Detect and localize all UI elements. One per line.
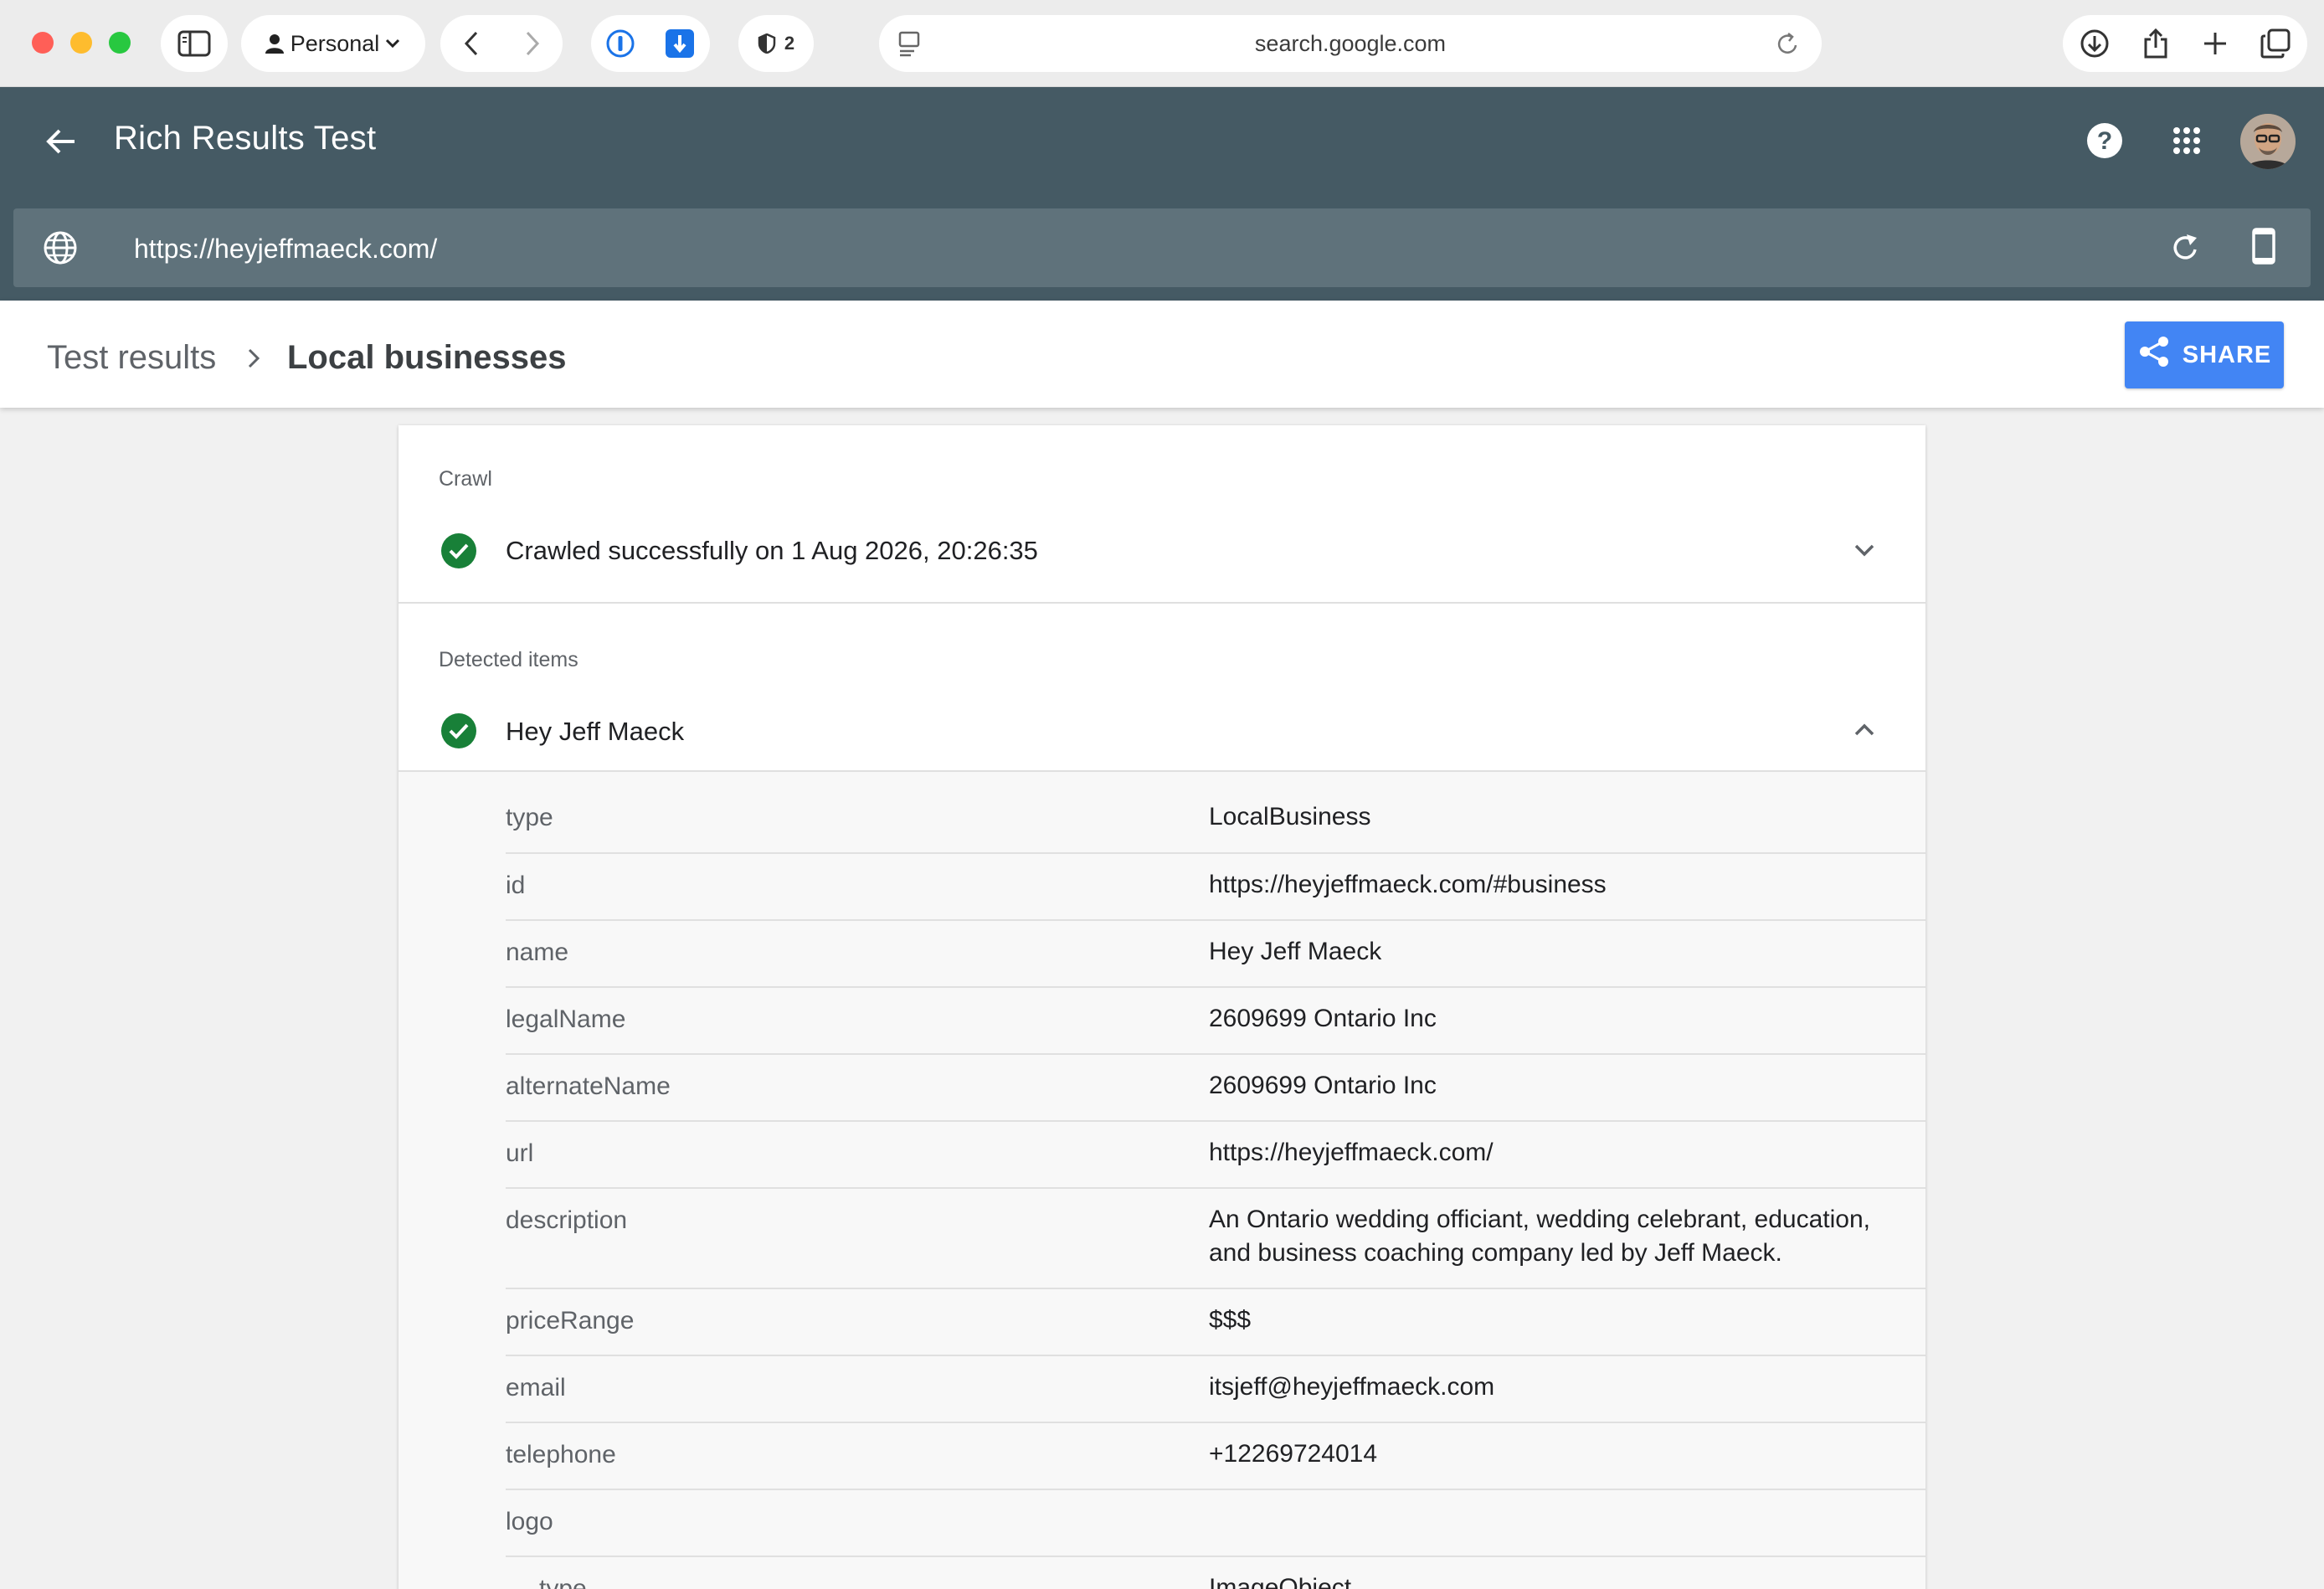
property-key: alternateName	[506, 1072, 671, 1100]
globe-icon	[42, 229, 79, 266]
detected-item-name[interactable]: Hey Jeff Maeck	[506, 717, 684, 747]
property-row: email itsjeff@heyjeffmaeck.com	[506, 1356, 1926, 1423]
sidebar-toggle-button[interactable]	[161, 15, 228, 72]
success-check-icon	[441, 713, 476, 748]
property-row: telephone +12269724014	[506, 1423, 1926, 1490]
crawl-section-label: Crawl	[439, 467, 492, 491]
shield-extension-icon[interactable]	[665, 28, 695, 59]
profile-label: Personal	[290, 30, 380, 56]
property-key: name	[506, 938, 569, 966]
property-key: email	[506, 1374, 566, 1401]
extensions-group	[591, 15, 710, 72]
property-value: +12269724014	[1209, 1440, 1378, 1468]
smartphone-icon[interactable]	[2252, 226, 2275, 266]
avatar[interactable]	[2240, 114, 2296, 169]
property-value: 2609699 Ontario Inc	[1209, 1005, 1437, 1032]
expand-chevron-down-icon[interactable]	[1852, 539, 1877, 565]
tested-url[interactable]: https://heyjeffmaeck.com/	[134, 234, 437, 265]
property-value: An Ontario wedding officiant, wedding ce…	[1209, 1206, 1870, 1267]
password-manager-icon[interactable]	[606, 29, 635, 58]
close-window-button[interactable]	[32, 32, 54, 54]
address-bar[interactable]: search.google.com	[879, 15, 1822, 72]
chevron-down-icon	[384, 38, 401, 49]
apps-grid-icon[interactable]	[2172, 126, 2202, 156]
property-key: telephone	[506, 1441, 616, 1468]
content-blocker-button[interactable]: 2	[738, 15, 814, 72]
property-row: priceRange $$$	[506, 1289, 1926, 1356]
property-key: type	[539, 1575, 587, 1589]
half-circle-shield-icon	[758, 33, 776, 54]
back-arrow-icon[interactable]	[40, 122, 82, 161]
breadcrumb-current: Local businesses	[287, 339, 567, 376]
download-icon[interactable]	[2080, 28, 2110, 59]
property-value: https://heyjeffmaeck.com/	[1209, 1139, 1494, 1166]
property-value: LocalBusiness	[1209, 803, 1371, 830]
property-key: url	[506, 1139, 534, 1167]
browser-toolbar: Personal 2 search.google.com	[0, 0, 2324, 87]
section-divider	[398, 602, 1926, 604]
property-row: legalName 2609699 Ontario Inc	[506, 988, 1926, 1055]
help-icon[interactable]: ?	[2086, 122, 2123, 159]
property-row: type LocalBusiness	[506, 772, 1926, 854]
property-row: name Hey Jeff Maeck	[506, 921, 1926, 988]
retest-icon[interactable]	[2167, 229, 2203, 266]
zoom-window-button[interactable]	[109, 32, 131, 54]
property-row: alternateName 2609699 Ontario Inc	[506, 1055, 1926, 1122]
new-tab-icon[interactable]	[2203, 31, 2228, 56]
property-value: Hey Jeff Maeck	[1209, 938, 1382, 965]
property-row: url https://heyjeffmaeck.com/	[506, 1122, 1926, 1189]
chevron-right-icon	[243, 343, 265, 378]
reload-icon[interactable]	[1776, 32, 1800, 57]
property-value: $$$	[1209, 1306, 1252, 1334]
sidebar-icon	[177, 30, 211, 57]
svg-text:?: ?	[2097, 127, 2112, 155]
page-menu-icon[interactable]	[897, 30, 923, 57]
detected-items-label: Detected items	[439, 648, 578, 671]
crawl-status: Crawled successfully on 1 Aug 2026, 20:2…	[506, 536, 1038, 565]
property-key: legalName	[506, 1005, 626, 1033]
address-text: search.google.com	[1254, 30, 1447, 56]
browser-actions	[2063, 15, 2307, 72]
tab-overview-icon[interactable]	[2260, 28, 2291, 59]
minimize-window-button[interactable]	[70, 32, 92, 54]
property-key: logo	[506, 1508, 553, 1535]
property-row: logo	[506, 1490, 1926, 1557]
property-value: https://heyjeffmaeck.com/#business	[1209, 871, 1607, 898]
breadcrumb-test-results[interactable]: Test results	[47, 339, 216, 377]
person-icon	[265, 33, 284, 54]
property-value: ImageObject	[1209, 1574, 1352, 1589]
share-icon	[2137, 335, 2183, 375]
profile-menu-button[interactable]: Personal	[241, 15, 425, 72]
share-label: SHARE	[2182, 341, 2272, 368]
success-check-icon	[441, 533, 476, 568]
property-value: itsjeff@heyjeffmaeck.com	[1209, 1373, 1495, 1401]
collapse-chevron-up-icon[interactable]	[1852, 719, 1877, 745]
property-key: description	[506, 1206, 628, 1234]
property-row: type ImageObject	[506, 1557, 1926, 1589]
back-icon[interactable]	[463, 30, 480, 57]
property-key: id	[506, 872, 526, 899]
property-key: type	[506, 804, 553, 831]
share-button[interactable]: SHARE	[2125, 321, 2284, 388]
property-row: id https://heyjeffmaeck.com/#business	[506, 854, 1926, 921]
history-nav	[440, 15, 563, 72]
property-key: priceRange	[506, 1307, 635, 1334]
share-page-icon[interactable]	[2142, 28, 2169, 59]
app-title: Rich Results Test	[114, 120, 377, 157]
property-value: 2609699 Ontario Inc	[1209, 1072, 1437, 1099]
property-row: description An Ontario wedding officiant…	[506, 1189, 1926, 1289]
blocked-count-badge: 2	[784, 33, 795, 54]
forward-icon[interactable]	[524, 30, 541, 57]
